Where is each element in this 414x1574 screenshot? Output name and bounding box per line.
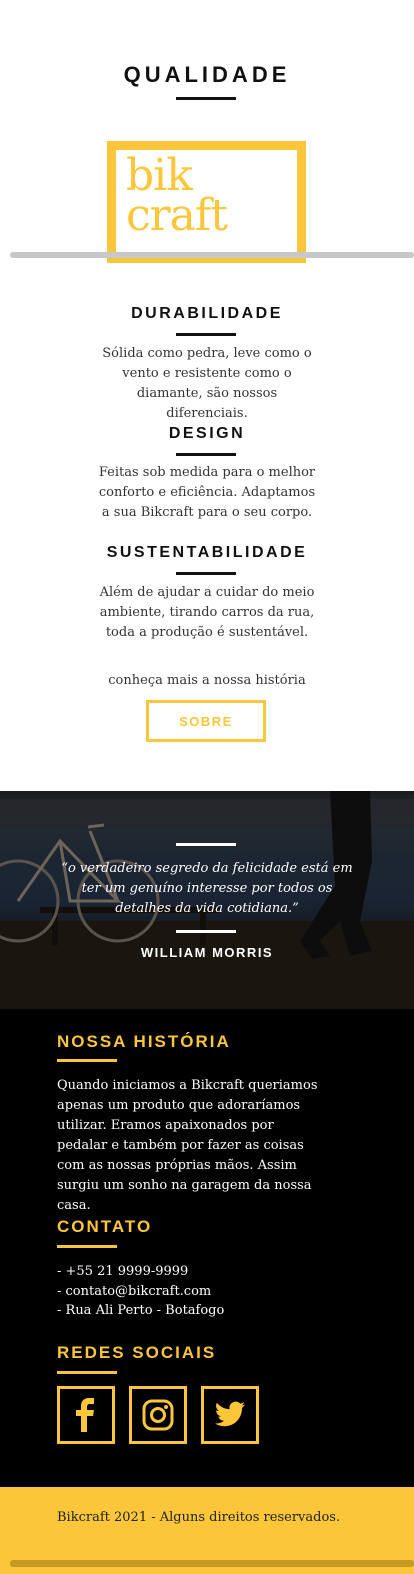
twitter-link[interactable] — [201, 1386, 259, 1444]
contact-title: CONTATO — [57, 1217, 153, 1236]
history-text: Quando iniciamos a Bikcraft queriamos ap… — [57, 1078, 318, 1213]
logo-text-line2: craft — [126, 190, 228, 241]
social-links — [57, 1386, 259, 1444]
divider-shadow — [10, 252, 414, 258]
quote-author: WILLIAM MORRIS — [140, 945, 274, 960]
more-history-text: conheça mais a nossa história — [108, 673, 306, 688]
quality-section: QUALIDADE bik craft DURABILIDADE Sólida … — [0, 0, 414, 792]
facebook-icon — [76, 1398, 94, 1432]
feature-underline — [176, 572, 236, 575]
feature-underline — [176, 453, 236, 456]
feature-text-durabilidade: Sólida como pedra, leve como o vento e r… — [102, 346, 312, 421]
footer: NOSSA HISTÓRIA Quando iniciamos a Bikcra… — [0, 1009, 414, 1487]
section-title: QUALIDADE — [123, 62, 291, 87]
instagram-icon — [142, 1399, 174, 1431]
feature-title-design: DESIGN — [168, 425, 246, 442]
contact-address: - Rua Ali Perto - Botafogo — [57, 1303, 225, 1318]
history-underline — [57, 1059, 117, 1062]
sobre-button[interactable]: SOBRE — [146, 700, 266, 742]
feature-text-design: Feitas sob medida para o melhor conforto… — [98, 465, 316, 520]
title-underline — [176, 97, 236, 100]
quote-text: “o verdadeiro segredo da felicidade está… — [61, 861, 353, 916]
contact-underline — [57, 1245, 117, 1248]
social-underline — [57, 1371, 117, 1374]
instagram-link[interactable] — [129, 1386, 187, 1444]
quote-top-bar — [176, 843, 236, 846]
feature-underline — [176, 333, 236, 336]
contact-email[interactable]: - contato@bikcraft.com — [57, 1282, 327, 1302]
contact-phone: - +55 21 9999-9999 — [57, 1264, 189, 1279]
feature-title-durabilidade: DURABILIDADE — [131, 305, 283, 322]
copyright-text: Bikcraft 2021 - Alguns direitos reservad… — [57, 1510, 341, 1525]
feature-title-sustentabilidade: SUSTENTABILIDADE — [106, 544, 308, 561]
history-title: NOSSA HISTÓRIA — [57, 1032, 231, 1051]
bikcraft-logo: bik craft — [107, 141, 306, 263]
quote-section: “o verdadeiro segredo da felicidade está… — [0, 791, 414, 1009]
copyright-bar: Bikcraft 2021 - Alguns direitos reservad… — [0, 1487, 414, 1574]
facebook-link[interactable] — [57, 1386, 115, 1444]
bottom-shadow — [10, 1560, 414, 1567]
quote-bottom-bar — [176, 930, 236, 933]
twitter-icon — [214, 1401, 245, 1427]
social-title: REDES SOCIAIS — [57, 1343, 217, 1362]
feature-text-sustentabilidade: Além de ajudar a cuidar do meio ambiente… — [99, 585, 315, 640]
